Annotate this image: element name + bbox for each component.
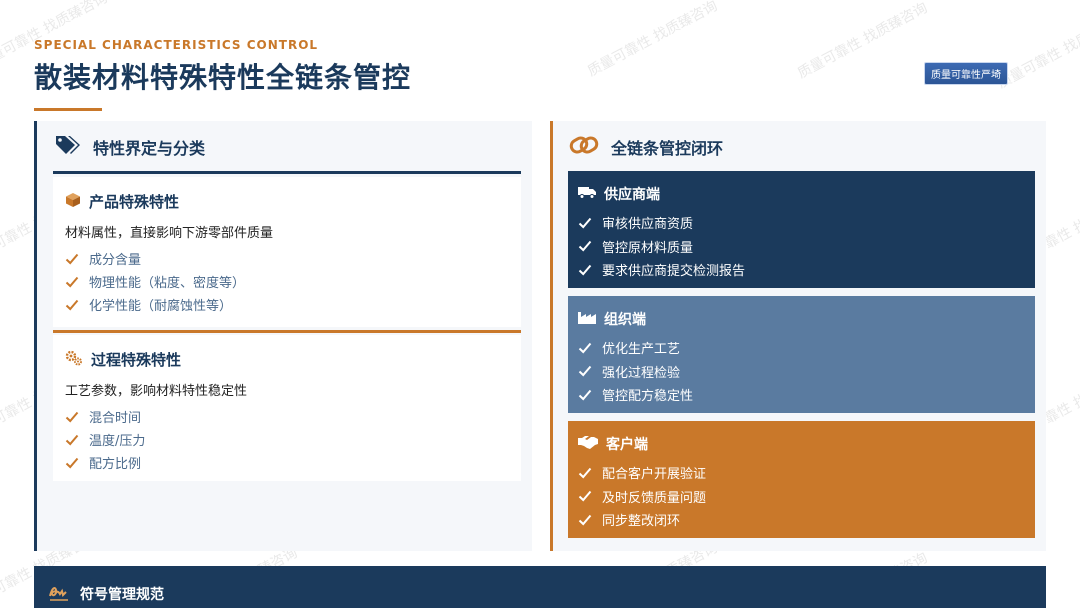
page-kicker: SPECIAL CHARACTERISTICS CONTROL	[34, 38, 319, 52]
link-icon	[569, 135, 599, 159]
process-section-desc: 工艺参数，影响材料特性稳定性	[65, 384, 248, 399]
divider	[53, 171, 521, 174]
list-item: 优化生产工艺	[578, 336, 1035, 360]
list-item: 同步整改闭环	[578, 508, 1035, 532]
customer-block: 客户端 配合客户开展验证 及时反馈质量问题 同步整改闭环	[568, 421, 1035, 538]
gears-icon	[65, 350, 83, 370]
list-item: 要求供应商提交检测报告	[578, 258, 1035, 282]
control-loop-card-title: 全链条管控闭环	[611, 139, 724, 158]
check-icon	[578, 514, 592, 526]
list-item: 管控原材料质量	[578, 235, 1035, 259]
list-item: 配方比例	[65, 451, 521, 474]
truck-icon	[578, 185, 596, 203]
list-item: 温度/压力	[65, 428, 521, 451]
customer-block-title: 客户端	[606, 437, 648, 453]
organization-block: 组织端 优化生产工艺 强化过程检验 管控配方稳定性	[568, 296, 1035, 413]
control-loop-card-header: 全链条管控闭环	[553, 121, 1046, 173]
check-icon	[578, 241, 592, 252]
watermark: 质量可靠性 找质臻咨询	[585, 0, 721, 80]
symbol-management-title: 符号管理规范	[80, 587, 164, 603]
list-item: 管控配方稳定性	[578, 383, 1035, 407]
check-icon	[578, 366, 592, 377]
supplier-block-title: 供应商端	[604, 187, 660, 203]
divider	[53, 330, 521, 333]
list-item: 混合时间	[65, 405, 521, 428]
check-icon	[578, 467, 592, 479]
brand-tag: 质量可靠性严埼	[924, 62, 1008, 85]
list-item: 物理性能（粘度、密度等）	[65, 270, 521, 293]
handshake-icon	[578, 435, 598, 453]
check-icon	[578, 491, 592, 502]
product-section-title: 产品特殊特性	[89, 193, 180, 211]
classification-card-header: 特性界定与分类	[37, 121, 532, 173]
check-icon	[65, 276, 79, 287]
check-icon	[65, 253, 79, 264]
watermark: 质量可靠性 找质臻咨询	[795, 0, 931, 82]
check-icon	[578, 389, 592, 401]
organization-block-title: 组织端	[604, 312, 646, 328]
list-item: 及时反馈质量问题	[578, 485, 1035, 509]
title-underline	[34, 108, 102, 111]
factory-icon	[578, 310, 596, 328]
process-section-title: 过程特殊特性	[91, 351, 182, 369]
check-icon	[578, 264, 592, 276]
control-loop-card: 全链条管控闭环 供应商端 审核供应商资质 管控原材料质量 要求供应商提交检测报告	[550, 121, 1046, 551]
check-icon	[578, 217, 592, 229]
check-icon	[65, 299, 79, 310]
list-item: 审核供应商资质	[578, 211, 1035, 235]
cube-icon	[65, 192, 81, 212]
check-icon	[65, 411, 79, 422]
list-item: 强化过程检验	[578, 360, 1035, 384]
check-icon	[65, 434, 79, 445]
product-section-desc: 材料属性，直接影响下游零部件质量	[65, 226, 274, 241]
classification-card: 特性界定与分类 产品特殊特性 材料属性，直接影响下游零部件质量 成分含量 物理性…	[34, 121, 532, 551]
list-item: 配合客户开展验证	[578, 461, 1035, 485]
tags-icon	[55, 134, 81, 160]
check-icon	[65, 457, 79, 468]
product-section: 产品特殊特性 材料属性，直接影响下游零部件质量 成分含量 物理性能（粘度、密度等…	[53, 177, 521, 327]
process-section: 过程特殊特性 工艺参数，影响材料特性稳定性 混合时间 温度/压力 配方比例	[53, 335, 521, 481]
page-title: 散装材料特殊特性全链条管控	[34, 61, 412, 94]
list-item: 化学性能（耐腐蚀性等）	[65, 293, 521, 316]
supplier-block: 供应商端 审核供应商资质 管控原材料质量 要求供应商提交检测报告	[568, 171, 1035, 288]
classification-card-title: 特性界定与分类	[93, 139, 206, 158]
page-header: SPECIAL CHARACTERISTICS CONTROL 散装材料特殊特性…	[34, 38, 411, 111]
list-item: 成分含量	[65, 247, 521, 270]
check-icon	[578, 342, 592, 354]
symbol-management-bar: 符号管理规范	[34, 566, 1046, 608]
signature-icon	[48, 584, 70, 606]
